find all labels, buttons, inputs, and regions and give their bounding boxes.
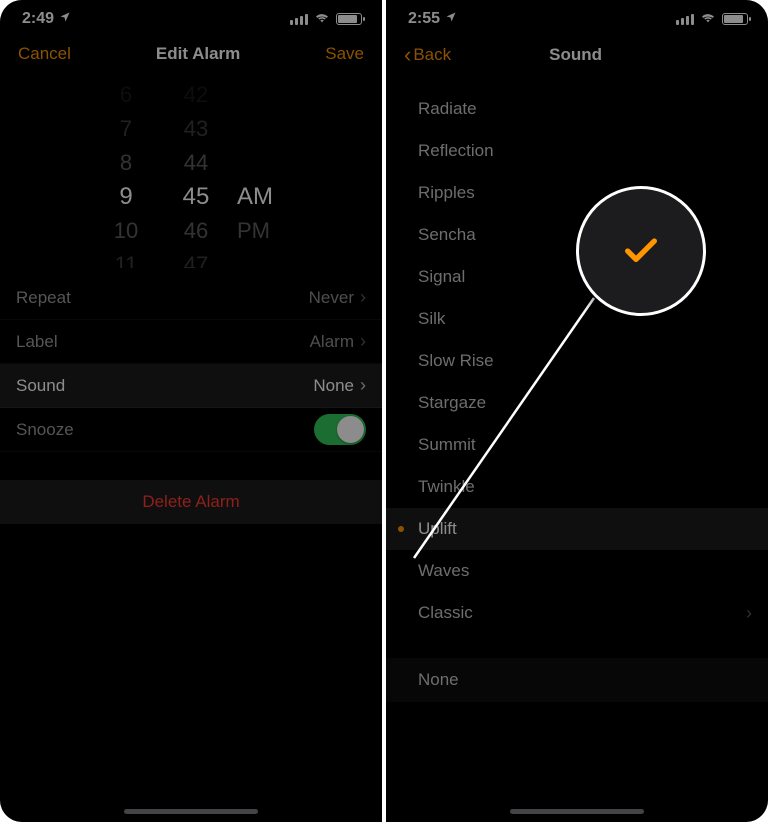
picker-hour: 8 bbox=[91, 146, 161, 180]
status-time: 2:49 bbox=[22, 10, 54, 28]
time-picker[interactable]: 6 7 8 9 10 11 12 42 43 44 45 46 47 48 AM… bbox=[0, 78, 382, 268]
sound-item-label: Twinkle bbox=[418, 477, 475, 497]
picker-minute-selected: 45 bbox=[161, 180, 231, 214]
chevron-right-icon: › bbox=[360, 375, 366, 396]
phone-left: 2:49 Cancel Edit Alarm Save 6 7 8 9 bbox=[0, 0, 382, 822]
sound-item-uplift[interactable]: Uplift bbox=[386, 508, 768, 550]
label-row[interactable]: Label Alarm › bbox=[0, 320, 382, 364]
location-icon bbox=[59, 10, 71, 28]
home-indicator[interactable] bbox=[510, 809, 644, 814]
home-indicator[interactable] bbox=[124, 809, 258, 814]
picker-hour: 11 bbox=[91, 248, 161, 268]
sound-item-ripples[interactable]: Ripples bbox=[386, 172, 768, 214]
status-bar: 2:55 bbox=[386, 0, 768, 34]
nav-bar: ‹ Back Sound bbox=[386, 34, 768, 80]
sound-item-waves[interactable]: Waves bbox=[386, 550, 768, 592]
callout-bubble bbox=[576, 186, 706, 316]
save-button[interactable]: Save bbox=[325, 44, 364, 64]
picker-minute: 44 bbox=[161, 146, 231, 180]
snooze-row: Snooze bbox=[0, 408, 382, 452]
chevron-right-icon: › bbox=[360, 331, 366, 352]
label-value: Alarm bbox=[310, 332, 354, 352]
sound-item-twinkle[interactable]: Twinkle bbox=[386, 466, 768, 508]
picker-ampm-selected: AM bbox=[237, 180, 291, 214]
sound-item-reflection[interactable]: Reflection bbox=[386, 130, 768, 172]
sound-item-label: Uplift bbox=[418, 519, 457, 539]
sound-item-label: Slow Rise bbox=[418, 351, 494, 371]
back-label: Back bbox=[413, 45, 451, 65]
cancel-button[interactable]: Cancel bbox=[18, 44, 71, 64]
status-bar: 2:49 bbox=[0, 0, 382, 34]
sound-item-label: Stargaze bbox=[418, 393, 486, 413]
nav-bar: Cancel Edit Alarm Save bbox=[0, 34, 382, 78]
sound-item-label: Reflection bbox=[418, 141, 494, 161]
repeat-row[interactable]: Repeat Never › bbox=[0, 276, 382, 320]
chevron-right-icon: › bbox=[360, 287, 366, 308]
back-button[interactable]: ‹ Back bbox=[404, 44, 451, 66]
chevron-right-icon: › bbox=[746, 603, 752, 624]
sound-item-label: Radiate bbox=[418, 99, 477, 119]
repeat-value: Never bbox=[309, 288, 354, 308]
picker-ampm: PM bbox=[237, 214, 291, 248]
sound-item-radiate[interactable]: Radiate bbox=[386, 88, 768, 130]
sound-list[interactable]: Radiate Reflection Ripples Sencha Signal Silk… bbox=[386, 88, 768, 634]
sound-item-stargaze[interactable]: Stargaze bbox=[386, 382, 768, 424]
sound-item-label: Classic bbox=[418, 603, 473, 623]
sound-item-label: Silk bbox=[418, 309, 445, 329]
sound-item-label: Ripples bbox=[418, 183, 475, 203]
sound-label: Sound bbox=[16, 376, 65, 396]
delete-alarm-button[interactable]: Delete Alarm bbox=[0, 480, 382, 524]
none-label: None bbox=[418, 670, 459, 690]
nav-title: Edit Alarm bbox=[156, 44, 240, 64]
sound-item-label: Waves bbox=[418, 561, 469, 581]
snooze-toggle[interactable] bbox=[314, 414, 366, 445]
sound-item-silk[interactable]: Silk bbox=[386, 298, 768, 340]
ampm-column[interactable]: AM PM bbox=[231, 78, 291, 268]
picker-hour: 7 bbox=[91, 112, 161, 146]
location-icon bbox=[445, 10, 457, 28]
picker-minute: 46 bbox=[161, 214, 231, 248]
wifi-icon bbox=[314, 10, 330, 28]
picker-minute: 47 bbox=[161, 248, 231, 268]
snooze-label: Snooze bbox=[16, 420, 74, 440]
sound-item-slow-rise[interactable]: Slow Rise bbox=[386, 340, 768, 382]
picker-minute: 42 bbox=[161, 78, 231, 112]
sound-value: None bbox=[313, 376, 354, 396]
status-right bbox=[290, 10, 362, 28]
sound-item-label: Summit bbox=[418, 435, 476, 455]
phone-right: 2:55 ‹ Back Sound Radiate Reflection Rippl… bbox=[386, 0, 768, 822]
label-label: Label bbox=[16, 332, 58, 352]
cellular-icon bbox=[676, 14, 694, 25]
picker-hour: 10 bbox=[91, 214, 161, 248]
repeat-label: Repeat bbox=[16, 288, 71, 308]
sound-item-label: Signal bbox=[418, 267, 465, 287]
chevron-left-icon: ‹ bbox=[404, 44, 411, 66]
status-time: 2:55 bbox=[408, 10, 440, 28]
picker-hour: 6 bbox=[91, 78, 161, 112]
sound-item-summit[interactable]: Summit bbox=[386, 424, 768, 466]
wifi-icon bbox=[700, 10, 716, 28]
sound-row[interactable]: Sound None › bbox=[0, 364, 382, 408]
battery-icon bbox=[336, 13, 362, 25]
sound-item-classic[interactable]: Classic › bbox=[386, 592, 768, 634]
cellular-icon bbox=[290, 14, 308, 25]
delete-label: Delete Alarm bbox=[142, 492, 239, 512]
checkmark-icon bbox=[621, 231, 661, 271]
picker-minute: 43 bbox=[161, 112, 231, 146]
status-right bbox=[676, 10, 748, 28]
sound-item-label: Sencha bbox=[418, 225, 476, 245]
picker-hour-selected: 9 bbox=[91, 180, 161, 214]
battery-icon bbox=[722, 13, 748, 25]
hour-column[interactable]: 6 7 8 9 10 11 12 bbox=[91, 78, 161, 268]
sound-none-row[interactable]: None bbox=[386, 658, 768, 702]
nav-title: Sound bbox=[549, 45, 602, 65]
minute-column[interactable]: 42 43 44 45 46 47 48 bbox=[161, 78, 231, 268]
